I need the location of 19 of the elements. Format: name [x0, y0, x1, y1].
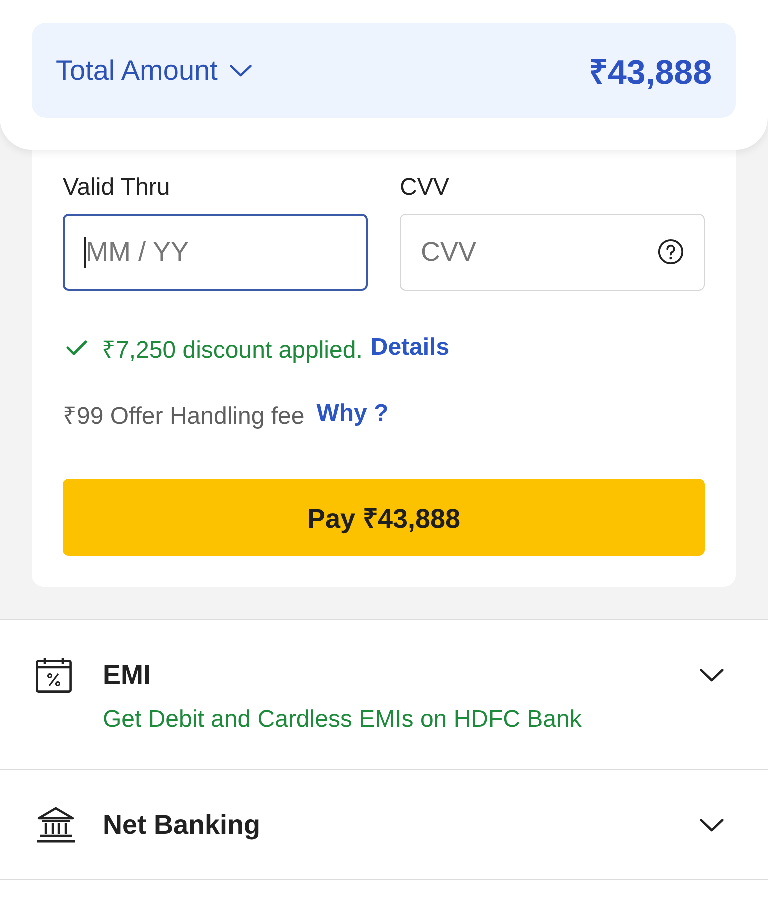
pay-button[interactable]: Pay ₹43,888: [63, 479, 705, 556]
cvv-input-field[interactable]: CVV: [400, 214, 705, 291]
total-amount-value: ₹43,888: [589, 52, 712, 94]
help-icon[interactable]: [658, 239, 684, 265]
option-title: EMI: [103, 660, 152, 690]
check-icon: [66, 340, 88, 356]
option-title: Net Banking: [103, 810, 261, 840]
why-link[interactable]: Why ?: [316, 400, 389, 428]
bank-icon: [36, 806, 76, 844]
calendar-percent-icon: [36, 657, 72, 693]
option-subtitle: Get Debit and Cardless EMIs on HDFC Bank: [103, 706, 582, 734]
expiry-input-field[interactable]: MM / YY: [63, 214, 368, 291]
details-link[interactable]: Details: [370, 334, 450, 362]
discount-text: ₹7,250 discount applied.: [102, 336, 363, 364]
payment-option[interactable]: Net Banking: [0, 769, 768, 880]
total-amount-toggle[interactable]: Total Amount: [56, 54, 252, 86]
cvv-label: CVV: [400, 174, 450, 202]
handling-fee-text: ₹99 Offer Handling fee: [63, 402, 305, 430]
expiry-label: Valid Thru: [63, 174, 170, 202]
